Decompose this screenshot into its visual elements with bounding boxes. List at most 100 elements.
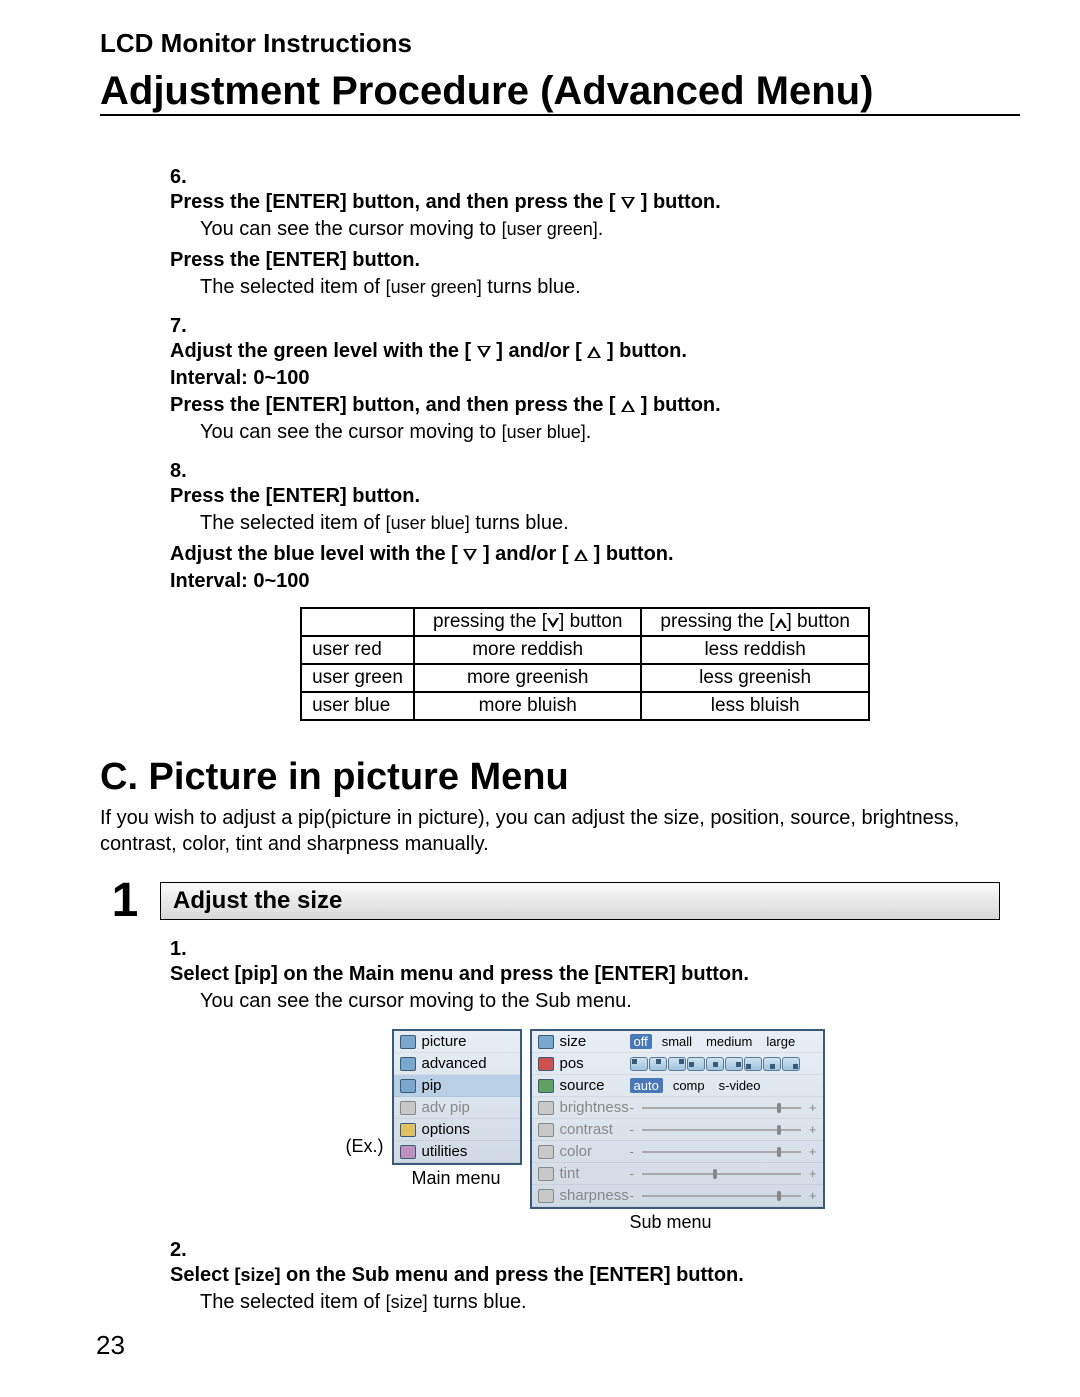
- down-triangle-icon: [477, 346, 491, 358]
- step-number: 2.: [170, 1239, 196, 1262]
- page-title: Adjustment Procedure (Advanced Menu): [100, 69, 1020, 116]
- cell: user green: [301, 664, 414, 692]
- minus-icon: -: [630, 1122, 634, 1137]
- text: ] button: [787, 611, 850, 632]
- menu-row-picture: picture: [394, 1031, 520, 1053]
- opt-off: off: [630, 1034, 652, 1049]
- plus-icon: +: [809, 1144, 817, 1159]
- text: ] and/or [: [483, 543, 569, 565]
- text: Press the [ENTER] button, and then press…: [170, 394, 616, 416]
- text: ] button.: [607, 340, 687, 362]
- step-7-line-1: Adjust the green level with the [ ] and/…: [170, 340, 687, 362]
- cell: more greenish: [414, 664, 641, 692]
- sub-menu-caption: Sub menu: [530, 1209, 712, 1233]
- position-grid: [630, 1057, 800, 1071]
- text: pressing the [: [660, 611, 774, 632]
- text: .: [586, 421, 592, 443]
- pos-icon: [538, 1057, 554, 1071]
- size-icon: [538, 1035, 554, 1049]
- sub-row-size: size off small medium large: [532, 1031, 823, 1053]
- text: turns blue.: [428, 1291, 527, 1313]
- menu-label: sharpness: [560, 1187, 624, 1204]
- sub-step-1-bold: Select [pip] on the Main menu and press …: [170, 963, 749, 985]
- sub-row-source: source auto comp s-video: [532, 1075, 823, 1097]
- slider: [642, 1107, 801, 1109]
- step-number: 7.: [170, 315, 196, 338]
- text-code: [user blue]: [502, 422, 586, 442]
- minus-icon: -: [630, 1100, 634, 1115]
- sub-menu-panel: size off small medium large pos: [530, 1029, 825, 1209]
- sub-heading-title: Adjust the size: [160, 882, 1000, 920]
- step-6-line-1: Press the [ENTER] button, and then press…: [170, 191, 721, 213]
- opt-auto: auto: [630, 1078, 663, 1093]
- step-7-note-1: You can see the cursor moving to [user b…: [170, 419, 970, 446]
- options-icon: [400, 1123, 416, 1137]
- slider: [642, 1129, 801, 1131]
- text: ] and/or [: [496, 340, 582, 362]
- text: ] button: [559, 611, 622, 632]
- menu-label: advanced: [422, 1055, 487, 1072]
- cell: user blue: [301, 692, 414, 720]
- sub-row-color: color - +: [532, 1141, 823, 1163]
- table-header-row: pressing the [] button pressing the [] b…: [301, 608, 869, 636]
- text-code: [user blue]: [386, 513, 470, 533]
- plus-icon: +: [809, 1100, 817, 1115]
- sub-row-contrast: contrast -+: [532, 1119, 823, 1141]
- cell: more bluish: [414, 692, 641, 720]
- sub-step-2-bold: Select [size] on the Sub menu and press …: [170, 1264, 744, 1286]
- opt-svideo: s-video: [715, 1078, 765, 1093]
- menu-label: brightness: [560, 1099, 624, 1116]
- text: Select: [170, 1264, 234, 1286]
- color-effect-table: pressing the [] button pressing the [] b…: [300, 607, 870, 721]
- text: Adjust the green level with the [: [170, 340, 471, 362]
- sub-row-sharpness: sharpness - +: [532, 1185, 823, 1207]
- sharpness-icon: [538, 1189, 554, 1203]
- text: ] button.: [641, 191, 721, 213]
- up-triangle-icon: [574, 549, 588, 561]
- slider-knob: [713, 1169, 717, 1179]
- color-icon: [538, 1145, 554, 1159]
- up-triangle-icon: [775, 618, 787, 628]
- slider-knob: [777, 1147, 781, 1157]
- pos-box-icon: [630, 1057, 648, 1071]
- step-8-interval: Interval: 0~100: [170, 568, 970, 595]
- big-number: 1: [100, 873, 150, 928]
- page-number: 23: [96, 1330, 125, 1361]
- table-header-up: pressing the [ ] button: [641, 608, 868, 636]
- pos-box-icon: [706, 1057, 724, 1071]
- cell: less bluish: [641, 692, 868, 720]
- slider-knob: [777, 1103, 781, 1113]
- up-triangle-icon: [587, 346, 601, 358]
- menu-label: picture: [422, 1033, 467, 1050]
- example-label: (Ex.): [346, 1136, 384, 1157]
- menu-label: tint: [560, 1165, 624, 1182]
- minus-icon: -: [630, 1188, 634, 1203]
- opt-large: large: [762, 1034, 799, 1049]
- minus-icon: -: [630, 1144, 634, 1159]
- contrast-icon: [538, 1123, 554, 1137]
- table-row: user red more reddish less reddish: [301, 636, 869, 664]
- step-6-line-2: Press the [ENTER] button.: [170, 247, 970, 274]
- menu-row-advpip: adv pip: [394, 1097, 520, 1119]
- picture-icon: [400, 1035, 416, 1049]
- opt-medium: medium: [702, 1034, 756, 1049]
- text: .: [598, 218, 604, 240]
- table-header-down: pressing the [] button: [414, 608, 641, 636]
- menu-label: source: [560, 1077, 624, 1094]
- menu-label: adv pip: [422, 1099, 470, 1116]
- menu-label: color: [560, 1143, 624, 1160]
- plus-icon: +: [809, 1188, 817, 1203]
- sub-step-1-note: You can see the cursor moving to the Sub…: [170, 988, 970, 1015]
- text: ] button.: [641, 394, 721, 416]
- sub-step-2-note: The selected item of [size] turns blue.: [170, 1289, 970, 1316]
- advanced-icon: [400, 1057, 416, 1071]
- text-code: [user green]: [386, 277, 482, 297]
- opt-comp: comp: [669, 1078, 709, 1093]
- step-number: 1.: [170, 938, 196, 961]
- menu-label: pos: [560, 1055, 624, 1072]
- table-row: user blue more bluish less bluish: [301, 692, 869, 720]
- pip-icon: [400, 1079, 416, 1093]
- menu-label: size: [560, 1033, 624, 1050]
- sub-row-pos: pos: [532, 1053, 823, 1075]
- plus-icon: +: [809, 1166, 817, 1181]
